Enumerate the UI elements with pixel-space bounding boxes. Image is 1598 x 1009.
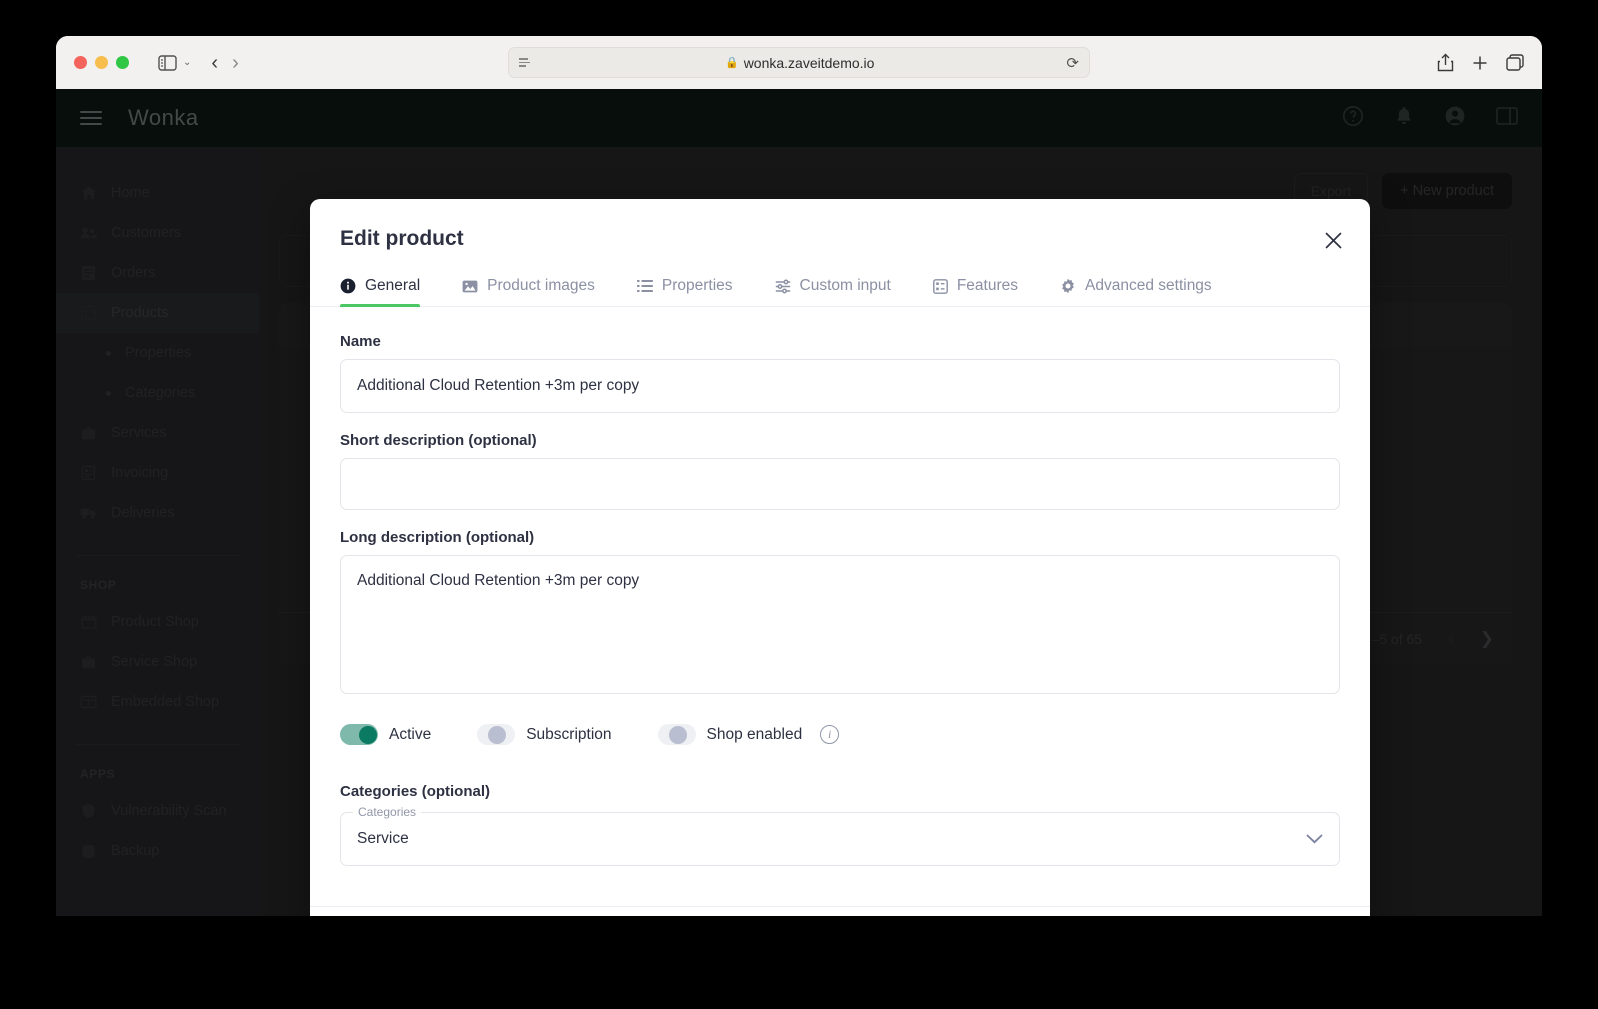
tab-general[interactable]: General [340, 277, 421, 307]
edit-product-dialog: Edit product General Product images Prop… [310, 199, 1370, 916]
tab-label: Product images [487, 277, 595, 294]
tab-label: Advanced settings [1085, 277, 1212, 294]
url-bar[interactable]: 🔒 wonka.zaveitdemo.io ⟳ [508, 47, 1090, 78]
forward-arrow-icon[interactable]: › [232, 53, 239, 73]
active-switch[interactable] [340, 724, 378, 745]
toggle-subscription[interactable]: Subscription [477, 724, 612, 745]
tab-properties[interactable]: Properties [636, 277, 733, 306]
toggle-label: Subscription [526, 725, 612, 743]
close-icon[interactable] [1316, 223, 1350, 257]
long-description-label: Long description (optional) [340, 529, 535, 546]
name-input-value: Additional Cloud Retention +3m per copy [357, 377, 640, 394]
image-icon [462, 279, 478, 294]
tab-label: Features [956, 277, 1019, 294]
shop-enabled-switch[interactable] [657, 724, 696, 745]
short-description-input[interactable] [340, 458, 1340, 510]
window-traffic-lights[interactable] [74, 56, 129, 69]
share-icon[interactable] [1437, 53, 1454, 72]
info-icon [340, 278, 356, 294]
sidebar-toggle-icon[interactable] [153, 50, 181, 76]
features-grid-icon [932, 278, 948, 294]
sliders-icon [775, 279, 791, 294]
close-window-button[interactable] [74, 56, 87, 69]
short-description-label: Short description (optional) [340, 432, 537, 449]
browser-nav-arrows[interactable]: ‹ › [211, 53, 238, 73]
name-input[interactable]: Additional Cloud Retention +3m per copy [340, 359, 1340, 413]
toggles-row: Active Subscription Shop enabled i [340, 724, 1340, 745]
minimize-window-button[interactable] [95, 56, 108, 69]
browser-toolbar: ⌄ ‹ › 🔒 wonka.zaveitdemo.io ⟳ [56, 36, 1542, 89]
toggle-label: Shop enabled [706, 725, 803, 743]
gear-icon [1060, 278, 1076, 294]
dialog-body: Name Additional Cloud Retention +3m per … [310, 307, 1370, 906]
reader-view-icon[interactable] [519, 58, 533, 67]
tab-label: Custom input [799, 277, 891, 294]
toggle-label: Active [389, 725, 432, 743]
toggle-shop-enabled[interactable]: Shop enabled [657, 724, 803, 745]
toggle-active[interactable]: Active [340, 724, 431, 745]
categories-label: Categories (optional) [340, 783, 491, 800]
maximize-window-button[interactable] [116, 56, 129, 69]
chevron-down-icon[interactable] [1306, 834, 1323, 844]
name-label: Name [340, 333, 381, 350]
subscription-switch[interactable] [477, 724, 516, 745]
sidebar-options-chevron-icon[interactable]: ⌄ [183, 57, 191, 68]
dialog-tabs: General Product images Properties Custom… [310, 277, 1370, 307]
long-description-textarea[interactable]: Additional Cloud Retention +3m per copy [340, 555, 1340, 694]
info-circle-icon[interactable]: i [820, 725, 840, 744]
reload-icon[interactable]: ⟳ [1066, 54, 1079, 72]
back-arrow-icon[interactable]: ‹ [211, 53, 218, 73]
dialog-footer: Cancel Save changes [310, 906, 1370, 916]
url-text: wonka.zaveitdemo.io [743, 54, 875, 71]
plus-icon[interactable] [1472, 55, 1488, 71]
categories-legend: Categories [353, 805, 422, 819]
categories-select[interactable]: Categories Service [340, 805, 1340, 866]
switch-knob [358, 725, 377, 744]
categories-value: Service [357, 830, 409, 847]
app-root: Wonka Home [56, 89, 1542, 916]
list-icon [636, 279, 653, 293]
dialog-title: Edit product [340, 227, 464, 250]
tab-label: Properties [661, 277, 733, 294]
tab-overview-icon[interactable] [1506, 54, 1524, 71]
tab-custom-input[interactable]: Custom input [775, 277, 891, 306]
tab-label: General [365, 277, 421, 294]
switch-knob [668, 725, 687, 744]
lock-icon: 🔒 [724, 57, 739, 69]
long-description-value: Additional Cloud Retention +3m per copy [357, 572, 640, 589]
switch-knob [488, 725, 507, 744]
tab-product-images[interactable]: Product images [462, 277, 595, 306]
tab-advanced-settings[interactable]: Advanced settings [1060, 277, 1212, 306]
browser-window: ⌄ ‹ › 🔒 wonka.zaveitdemo.io ⟳ Edit produ… [56, 36, 1542, 916]
tab-features[interactable]: Features [932, 277, 1019, 306]
